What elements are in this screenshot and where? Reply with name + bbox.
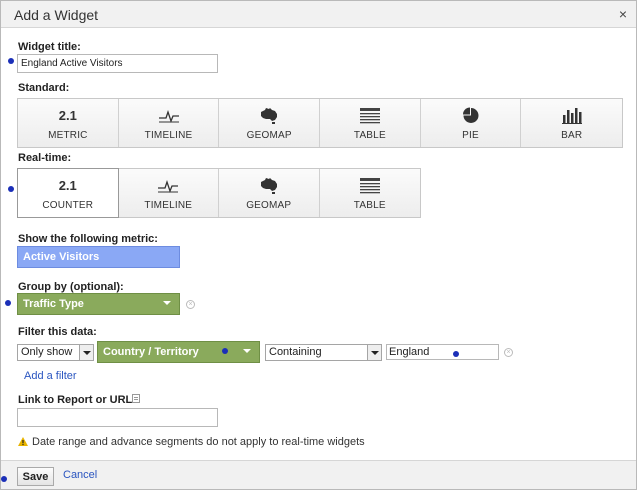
table-icon bbox=[359, 178, 380, 194]
tile-label: TIMELINE bbox=[144, 130, 193, 141]
standard-tile-metric[interactable]: 2.1 METRIC bbox=[18, 99, 119, 147]
chevron-down-icon bbox=[367, 345, 381, 360]
realtime-tile-geomap[interactable]: GEOMAP bbox=[219, 169, 320, 217]
metric-chip[interactable]: Active Visitors bbox=[17, 246, 180, 268]
warning-text: Date range and advance segments do not a… bbox=[32, 436, 365, 448]
standard-tile-table[interactable]: TABLE bbox=[320, 99, 421, 147]
standard-tile-pie[interactable]: PIE bbox=[420, 99, 522, 147]
filter-dimension-dropdown[interactable]: Country / Territory bbox=[97, 341, 260, 363]
tile-label: TABLE bbox=[353, 130, 386, 141]
link-url-input[interactable] bbox=[17, 408, 218, 427]
add-filter-link[interactable]: Add a filter bbox=[24, 370, 77, 382]
marker-dot bbox=[222, 348, 228, 354]
chevron-down-icon bbox=[163, 301, 171, 305]
standard-tile-bar[interactable]: BAR bbox=[521, 99, 623, 147]
tile-label: COUNTER bbox=[42, 200, 94, 211]
realtime-tiles: 2.1 COUNTER TIMELINE GEOMAP TABLE bbox=[17, 168, 421, 218]
tile-label: GEOMAP bbox=[246, 130, 292, 141]
tile-label: BAR bbox=[561, 130, 583, 141]
group-by-dropdown[interactable]: Traffic Type bbox=[17, 293, 180, 315]
widget-title-input[interactable] bbox=[17, 54, 218, 73]
filter-operator-select[interactable]: Containing bbox=[265, 344, 382, 361]
widget-title-label: Widget title: bbox=[18, 41, 81, 53]
document-icon[interactable] bbox=[132, 394, 140, 403]
standard-tiles: 2.1 METRIC TIMELINE GEOMAP TABLE PIE BAR bbox=[17, 98, 623, 148]
remove-icon[interactable]: × bbox=[504, 348, 513, 357]
warning-message: Date range and advance segments do not a… bbox=[18, 436, 365, 448]
remove-icon[interactable]: × bbox=[186, 300, 195, 309]
chevron-down-icon bbox=[79, 345, 93, 360]
dialog-title: Add a Widget bbox=[14, 7, 99, 23]
marker-dot bbox=[8, 186, 14, 192]
marker-dot bbox=[453, 351, 459, 357]
close-icon[interactable]: × bbox=[619, 6, 627, 22]
map-icon bbox=[261, 108, 278, 124]
realtime-tile-timeline[interactable]: TIMELINE bbox=[118, 169, 219, 217]
marker-dot bbox=[8, 58, 14, 64]
add-widget-dialog: Add a Widget × Widget title: Standard: 2… bbox=[0, 0, 637, 490]
standard-tile-geomap[interactable]: GEOMAP bbox=[219, 99, 321, 147]
dialog-titlebar: Add a Widget × bbox=[1, 1, 636, 28]
marker-dot bbox=[5, 300, 11, 306]
marker-dot bbox=[1, 476, 7, 482]
realtime-tile-counter[interactable]: 2.1 COUNTER bbox=[17, 168, 119, 218]
group-by-label: Group by (optional): bbox=[18, 281, 124, 293]
group-by-value: Traffic Type bbox=[23, 298, 84, 310]
filter-mode-select[interactable]: Only show bbox=[17, 344, 94, 361]
dialog-footer: Save Cancel bbox=[1, 460, 636, 489]
realtime-label: Real-time: bbox=[18, 152, 72, 164]
realtime-tile-table[interactable]: TABLE bbox=[319, 169, 420, 217]
warning-icon bbox=[18, 437, 28, 446]
standard-label: Standard: bbox=[18, 82, 70, 94]
filter-mode-value: Only show bbox=[21, 346, 73, 358]
tile-label: METRIC bbox=[48, 130, 88, 141]
timeline-icon bbox=[158, 109, 179, 123]
bar-icon bbox=[561, 108, 582, 124]
filter-operator-value: Containing bbox=[269, 346, 322, 358]
cancel-link[interactable]: Cancel bbox=[63, 469, 97, 481]
standard-tile-timeline[interactable]: TIMELINE bbox=[118, 99, 220, 147]
timeline-icon bbox=[158, 179, 179, 193]
tile-label: GEOMAP bbox=[246, 200, 292, 211]
filter-dimension-value: Country / Territory bbox=[103, 346, 199, 358]
tile-label: TABLE bbox=[353, 200, 386, 211]
filter-label: Filter this data: bbox=[18, 326, 97, 338]
pie-icon bbox=[462, 107, 479, 123]
metric-label: Show the following metric: bbox=[18, 233, 158, 245]
number-icon: 2.1 bbox=[58, 178, 77, 193]
filter-value-input[interactable] bbox=[386, 344, 499, 360]
table-icon bbox=[359, 108, 380, 124]
map-icon bbox=[260, 178, 277, 194]
tile-label: TIMELINE bbox=[144, 200, 193, 211]
tile-label: PIE bbox=[462, 130, 479, 141]
save-button[interactable]: Save bbox=[17, 467, 54, 486]
number-icon: 2.1 bbox=[58, 108, 77, 123]
link-label: Link to Report or URL: bbox=[18, 394, 136, 406]
chevron-down-icon bbox=[243, 349, 251, 353]
